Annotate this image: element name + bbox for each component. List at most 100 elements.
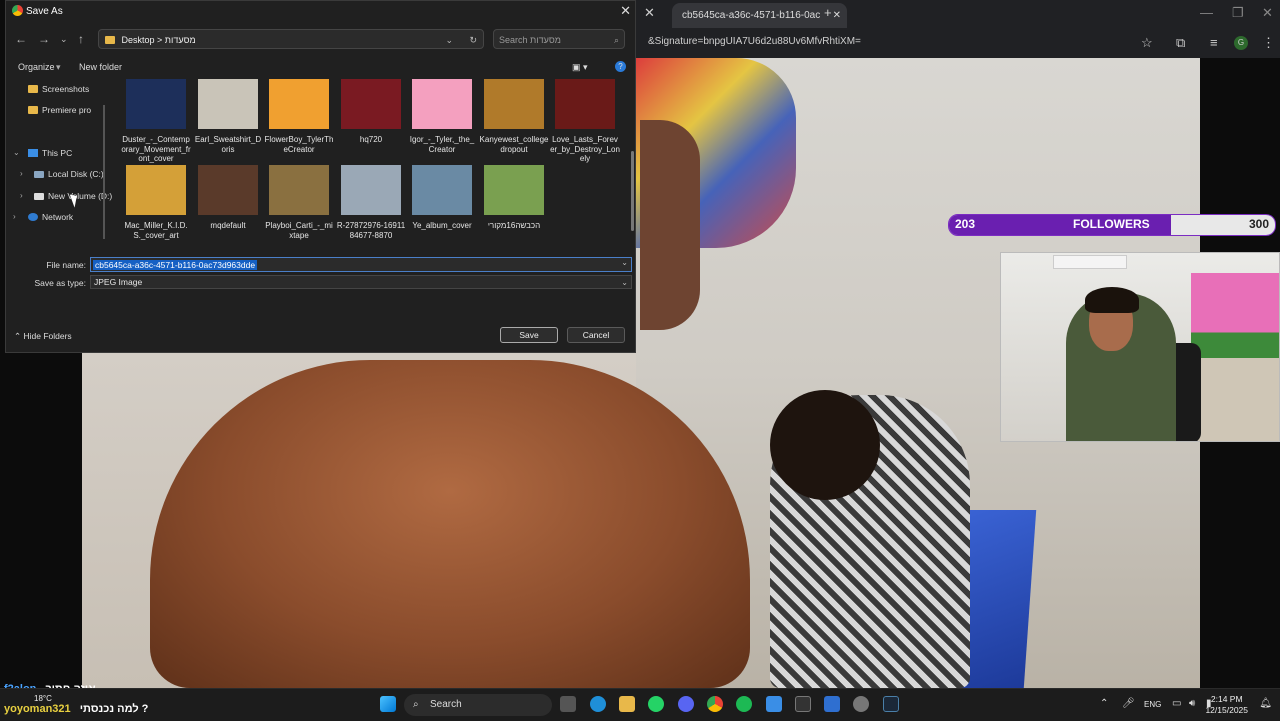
hide-folders-toggle[interactable]: ⌃ Hide Folders (14, 331, 72, 342)
address-bar[interactable]: &Signature=bnpgUIA7U6d2u88Uv6MfvRhtiXM= … (636, 30, 1280, 56)
dialog-close-icon[interactable]: ✕ (620, 3, 631, 19)
notifications-icon[interactable]: 🔔︎ (1259, 698, 1272, 709)
volume-icon[interactable]: 🔊︎ (1189, 698, 1195, 709)
file-item[interactable]: הכבשה16מקורי (479, 165, 549, 231)
profile-avatar[interactable]: G (1234, 36, 1248, 50)
microphone-icon[interactable]: 🎤︎ (1122, 698, 1135, 709)
save-type-row: Save as type: JPEG Image ⌄ (6, 275, 637, 291)
up-arrow-icon[interactable]: ↑ (78, 32, 84, 46)
file-name: Love_Lasts_Forever_by_Destroy_Lonely (550, 135, 620, 163)
file-name: Ye_album_cover (412, 221, 472, 230)
expand-new-volume-icon[interactable]: › (20, 191, 23, 200)
close-tab-icon[interactable]: ✕ (644, 5, 655, 21)
path-breadcrumb[interactable]: Desktop > מסעדות ⌄ ↻ (98, 29, 484, 49)
dialog-titlebar[interactable]: Save As ✕ (6, 1, 637, 23)
window-close-icon[interactable]: ✕ (1262, 5, 1273, 21)
windows-start-icon[interactable] (380, 696, 396, 712)
file-thumbnail (341, 79, 401, 129)
help-icon[interactable]: ? (615, 61, 626, 72)
file-item[interactable]: Love_Lasts_Forever_by_Destroy_Lonely (550, 79, 620, 164)
settings-icon[interactable] (853, 696, 869, 712)
new-folder-button[interactable]: New folder (79, 62, 122, 72)
cancel-button[interactable]: Cancel (567, 327, 625, 343)
view-options-icon[interactable]: ▣ ▾ (572, 62, 588, 73)
file-grid-scrollbar[interactable] (631, 151, 634, 231)
file-item[interactable]: Ye_album_cover (407, 165, 477, 231)
file-item[interactable]: Igor_-_Tyler,_the_Creator (407, 79, 477, 154)
media-control-icon[interactable]: ≡ (1210, 35, 1218, 50)
task-view-icon[interactable] (560, 696, 576, 712)
file-item[interactable]: Duster_-_Contemporary_Movement_front_cov… (121, 79, 191, 164)
file-item[interactable]: mqdefault (193, 165, 263, 231)
folder-icon (28, 106, 38, 114)
refresh-icon[interactable]: ↻ (469, 30, 477, 50)
nav-item-screenshots[interactable]: Screenshots (28, 84, 89, 94)
webcam-hair (1085, 287, 1139, 313)
bookmark-star-icon[interactable]: ☆ (1141, 35, 1153, 51)
file-thumbnail (269, 165, 329, 215)
browser-chrome: ✕ cb5645ca-a36c-4571-b116-0ac ✕ + — ❐ ✕ … (636, 0, 1280, 58)
network-status-icon[interactable]: ▭ (1172, 698, 1181, 709)
search-input[interactable]: Search מסעדות ⌕ (493, 29, 625, 49)
folder-icon (28, 85, 38, 93)
expand-this-pc-icon[interactable]: ⌄ (13, 148, 20, 157)
minimize-icon[interactable]: — (1200, 5, 1213, 20)
file-item[interactable]: R-27872976-1691184677-8870 (336, 165, 406, 240)
whatsapp-icon[interactable] (648, 696, 664, 712)
expand-network-icon[interactable]: › (13, 212, 16, 221)
organize-button[interactable]: Organize (18, 62, 55, 72)
extensions-icon[interactable]: ⧉ (1176, 35, 1185, 51)
webcam-air-conditioner (1053, 255, 1127, 269)
file-item[interactable]: Mac_Miller_K.I.D.S._cover_art (121, 165, 191, 240)
recent-locations-icon[interactable]: ⌄ (60, 34, 68, 45)
save-type-select[interactable]: JPEG Image ⌄ (90, 275, 632, 289)
clock-time: 2:14 PM (1210, 694, 1243, 704)
menu-dots-icon[interactable]: ⋮ (1262, 35, 1275, 51)
edge-icon[interactable] (590, 696, 606, 712)
spotify-icon[interactable] (736, 696, 752, 712)
path-text: Desktop > מסעדות (121, 35, 196, 45)
file-name-value: cb5645ca-a36c-4571-b116-0ac73d963dde (93, 260, 258, 270)
file-name-dropdown-icon[interactable]: ⌄ (621, 258, 628, 267)
nav-item-this-pc[interactable]: This PC (28, 148, 72, 158)
back-arrow-icon[interactable]: ← (15, 32, 27, 46)
notepad-icon[interactable] (824, 696, 840, 712)
clock[interactable]: 2:14 PM 12/15/2025 (1205, 694, 1248, 716)
file-item[interactable]: Earl_Sweatshirt_Doris (193, 79, 263, 154)
file-explorer-icon[interactable] (619, 696, 635, 712)
language-indicator[interactable]: ENG (1144, 700, 1161, 709)
weather-widget[interactable]: 18°C (34, 694, 52, 703)
taskbar-search[interactable]: ⌕ Search (404, 694, 552, 716)
path-dropdown-icon[interactable]: ⌄ (445, 30, 453, 50)
navigation-row: ← → ⌄ ↑ Desktop > מסעדות ⌄ ↻ Search מסעד… (6, 27, 637, 53)
nav-item-premiere-pro[interactable]: Premiere pro (28, 105, 91, 115)
file-item[interactable]: Playboi_Carti_-_mixtape (264, 165, 334, 240)
maximize-icon[interactable]: ❐ (1232, 5, 1244, 21)
epic-games-icon[interactable] (795, 696, 811, 712)
file-item[interactable]: Kanyewest_collegedropout (479, 79, 549, 154)
file-name: FlowerBoy_TylerTheCreator (264, 135, 334, 154)
save-as-dialog: Save As ✕ ← → ⌄ ↑ Desktop > מסעדות ⌄ ↻ S… (5, 0, 636, 353)
tab-close-icon[interactable]: ✕ (833, 3, 841, 28)
save-button[interactable]: Save (500, 327, 558, 343)
tab-image[interactable]: cb5645ca-a36c-4571-b116-0ac ✕ (672, 3, 847, 28)
file-item[interactable]: hq720 (336, 79, 406, 145)
file-name-input[interactable]: cb5645ca-a36c-4571-b116-0ac73d963dde ⌄ (90, 257, 632, 272)
url-text[interactable]: &Signature=bnpgUIA7U6d2u88Uv6MfvRhtiXM= (648, 36, 861, 47)
save-type-dropdown-icon[interactable]: ⌄ (621, 276, 628, 289)
file-item[interactable]: FlowerBoy_TylerTheCreator (264, 79, 334, 154)
chrome-taskbar-icon[interactable] (707, 696, 723, 712)
organize-dropdown-icon[interactable]: ▾ (56, 62, 61, 73)
photos-icon[interactable] (766, 696, 782, 712)
nav-item-network[interactable]: Network (28, 212, 73, 222)
checkered-shirt-person-head (770, 390, 880, 500)
search-icon: ⌕ (613, 35, 619, 45)
chevron-up-icon[interactable]: ⌃ (1100, 698, 1108, 709)
pane-divider[interactable] (103, 105, 105, 239)
new-tab-icon[interactable]: + (824, 5, 832, 20)
discord-icon[interactable] (678, 696, 694, 712)
forward-arrow-icon[interactable]: → (38, 32, 50, 46)
nav-item-local-disk[interactable]: Local Disk (C:) (34, 169, 104, 179)
steam-icon[interactable] (883, 696, 899, 712)
expand-local-disk-icon[interactable]: › (20, 169, 23, 178)
